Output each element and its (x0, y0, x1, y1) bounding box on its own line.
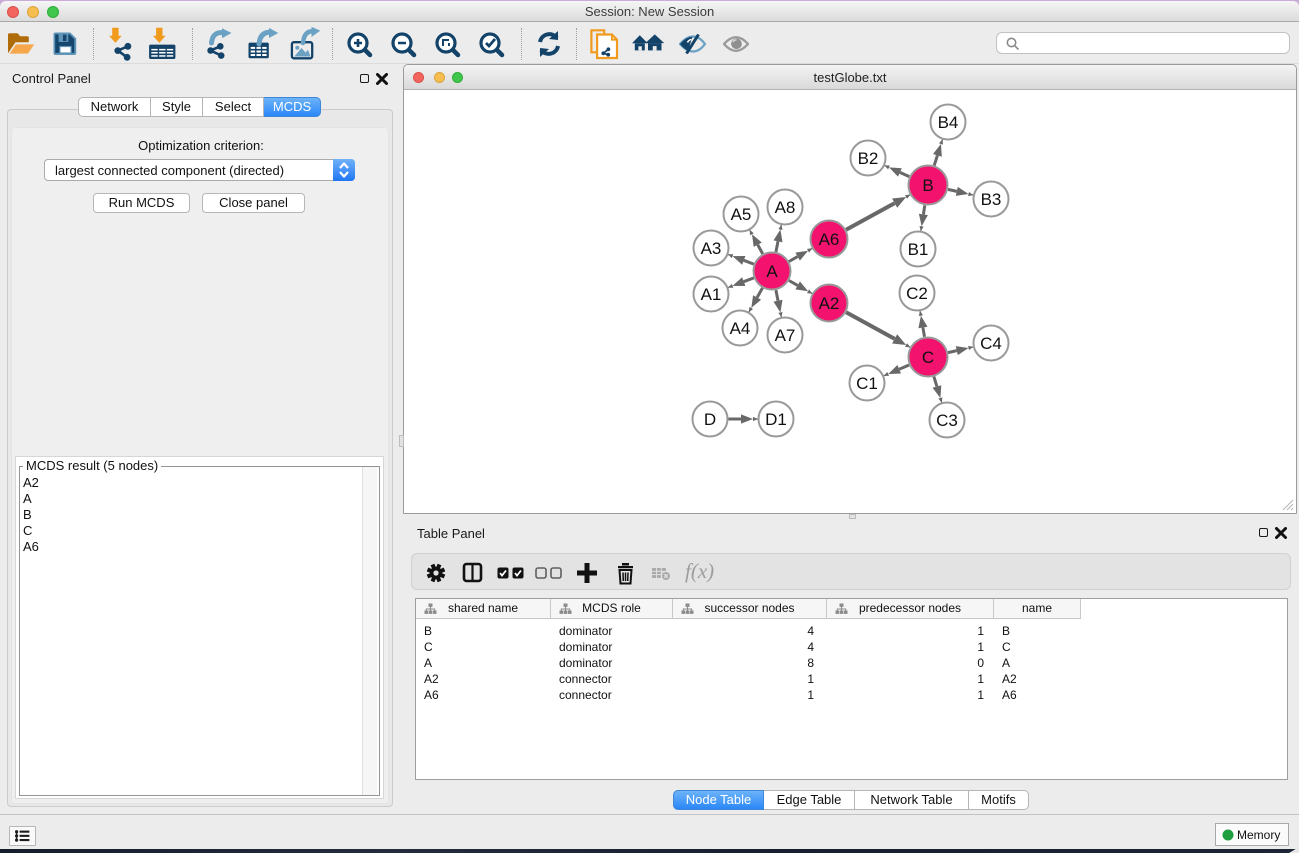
svg-text:B1: B1 (908, 240, 929, 259)
svg-text:B3: B3 (981, 190, 1002, 209)
svg-text:A4: A4 (730, 319, 751, 338)
svg-text:C3: C3 (936, 411, 958, 430)
svg-text:A2: A2 (819, 294, 840, 313)
svg-text:D1: D1 (765, 410, 787, 429)
svg-text:B2: B2 (858, 149, 879, 168)
svg-text:A6: A6 (819, 230, 840, 249)
svg-text:A7: A7 (775, 326, 796, 345)
svg-text:C: C (922, 348, 934, 367)
svg-text:C4: C4 (980, 334, 1002, 353)
svg-text:B4: B4 (938, 113, 959, 132)
svg-text:D: D (704, 410, 716, 429)
svg-text:A3: A3 (701, 239, 722, 258)
svg-text:A: A (766, 262, 778, 281)
svg-text:A1: A1 (701, 285, 722, 304)
svg-text:B: B (922, 176, 933, 195)
svg-text:A8: A8 (775, 198, 796, 217)
svg-text:C1: C1 (856, 374, 878, 393)
svg-text:C2: C2 (906, 284, 928, 303)
svg-text:A5: A5 (731, 205, 752, 224)
